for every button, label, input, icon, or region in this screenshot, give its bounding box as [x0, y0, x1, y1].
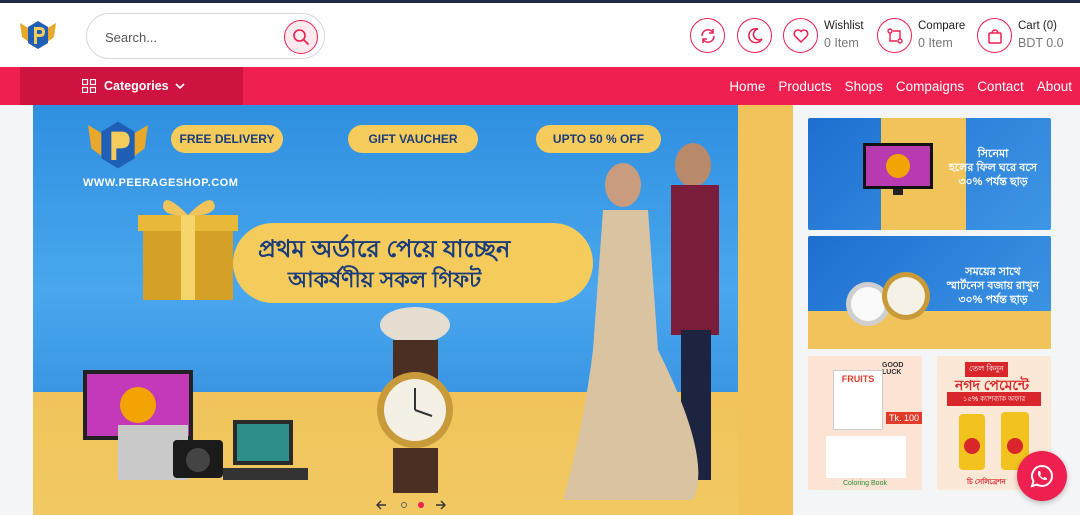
- chevron-down-icon: [175, 82, 185, 89]
- coloring-title: FRUITS: [841, 374, 875, 384]
- wishlist-button[interactable]: [783, 18, 818, 53]
- watch-offer-banner[interactable]: সময়ের সাথে স্মার্টনেস বজায় রাখুন ৩০% প…: [808, 236, 1051, 349]
- moon-icon: [747, 27, 763, 43]
- electronics-image: [83, 370, 308, 480]
- compare-icon: [886, 27, 903, 44]
- main-nav: Categories Home Products Shops Compaigns…: [0, 67, 1080, 105]
- compare-label[interactable]: Compare: [918, 20, 965, 32]
- heart-icon: [793, 28, 808, 43]
- whatsapp-icon: [1030, 464, 1053, 488]
- arrow-left-icon[interactable]: [376, 499, 388, 511]
- coloring-footer: Coloring Book: [843, 480, 887, 487]
- watch-banner-line1: সময়ের সাথে: [965, 266, 1021, 278]
- cart-icon: [987, 28, 1002, 44]
- search-button[interactable]: [284, 20, 318, 54]
- nav-link-about[interactable]: About: [1037, 79, 1072, 94]
- oil-banner-footer: চি সেলিব্রেশন: [967, 479, 1006, 486]
- categories-dropdown[interactable]: Categories: [20, 67, 243, 105]
- coloring-brand: GOOD LUCK: [882, 362, 904, 376]
- compare-count: 0 Item: [918, 36, 953, 50]
- currency-switch-button[interactable]: [690, 18, 725, 53]
- watch-banner-line2: স্মার্টনেস বজায় রাখুন: [946, 279, 1040, 292]
- tv-image: [863, 143, 933, 195]
- slider-dot-2-active[interactable]: [418, 502, 424, 508]
- hero-headline-line2: আকর্ষণীয় সকল গিফট: [288, 267, 482, 292]
- search-box: [86, 13, 325, 59]
- slider-controls: [376, 497, 456, 513]
- models-image: [563, 143, 719, 500]
- watch-pair-image: [846, 272, 930, 326]
- nav-links: Home Products Shops Compaigns Contact Ab…: [716, 67, 1072, 105]
- logo-icon[interactable]: [18, 17, 58, 53]
- categories-label: Categories: [104, 79, 169, 93]
- cart-button[interactable]: [977, 18, 1012, 53]
- wishlist-count: 0 Item: [824, 36, 859, 50]
- tv-banner-line3: ৩০% পর্যন্ত ছাড়: [958, 175, 1028, 188]
- dark-mode-toggle[interactable]: [737, 18, 772, 53]
- gift-box-image: [138, 200, 238, 300]
- cart-total: BDT 0.0: [1018, 36, 1064, 50]
- nav-link-products[interactable]: Products: [778, 79, 831, 94]
- search-input[interactable]: [105, 26, 275, 48]
- hero-pill-gift-voucher: GIFT VAUCHER: [348, 125, 478, 153]
- nav-link-compaigns[interactable]: Compaigns: [896, 79, 964, 94]
- whatsapp-button[interactable]: [1017, 451, 1067, 501]
- compare-button[interactable]: [877, 18, 912, 53]
- site-header: Wishlist 0 Item Compare 0 Item Cart (0) …: [0, 3, 1080, 67]
- coloring-pages: [826, 436, 906, 478]
- nav-link-contact[interactable]: Contact: [977, 79, 1024, 94]
- hero-edge: [738, 105, 793, 515]
- wishlist-label[interactable]: Wishlist: [824, 20, 864, 32]
- cart-label[interactable]: Cart (0): [1018, 20, 1057, 32]
- search-icon: [293, 29, 309, 45]
- tv-offer-banner[interactable]: সিনেমা হলের ফিল ঘরে বসে ৩০% পর্যন্ত ছাড়: [808, 118, 1051, 230]
- tv-banner-line1: সিনেমা: [977, 148, 1009, 160]
- slider-dot-1[interactable]: [401, 502, 407, 508]
- hero-slider[interactable]: WWW.PEERAGESHOP.COM FREE DELIVERY GIFT V…: [33, 105, 738, 515]
- tv-banner-line2: হলের ফিল ঘরে বসে: [948, 161, 1038, 174]
- watch-image: [377, 307, 453, 493]
- coloring-book-cover: FRUITS: [833, 370, 883, 430]
- coloring-book-banner[interactable]: GOOD LUCK FRUITS Tk. 100 Coloring Book: [808, 356, 922, 490]
- hero-logo-icon: [88, 121, 148, 169]
- grid-icon: [82, 79, 96, 93]
- sync-icon: [700, 28, 715, 43]
- nav-link-home[interactable]: Home: [729, 79, 765, 94]
- hero-pill-free-delivery: FREE DELIVERY: [171, 125, 283, 153]
- nav-link-shops[interactable]: Shops: [845, 79, 883, 94]
- arrow-right-icon[interactable]: [434, 499, 446, 511]
- oil-banner-discount: ১৫% ক্যাশব্যাক অফার: [947, 392, 1041, 406]
- watch-banner-line3: ৩০% পর্যন্ত ছাড়: [958, 293, 1028, 306]
- coloring-price: Tk. 100: [886, 412, 922, 424]
